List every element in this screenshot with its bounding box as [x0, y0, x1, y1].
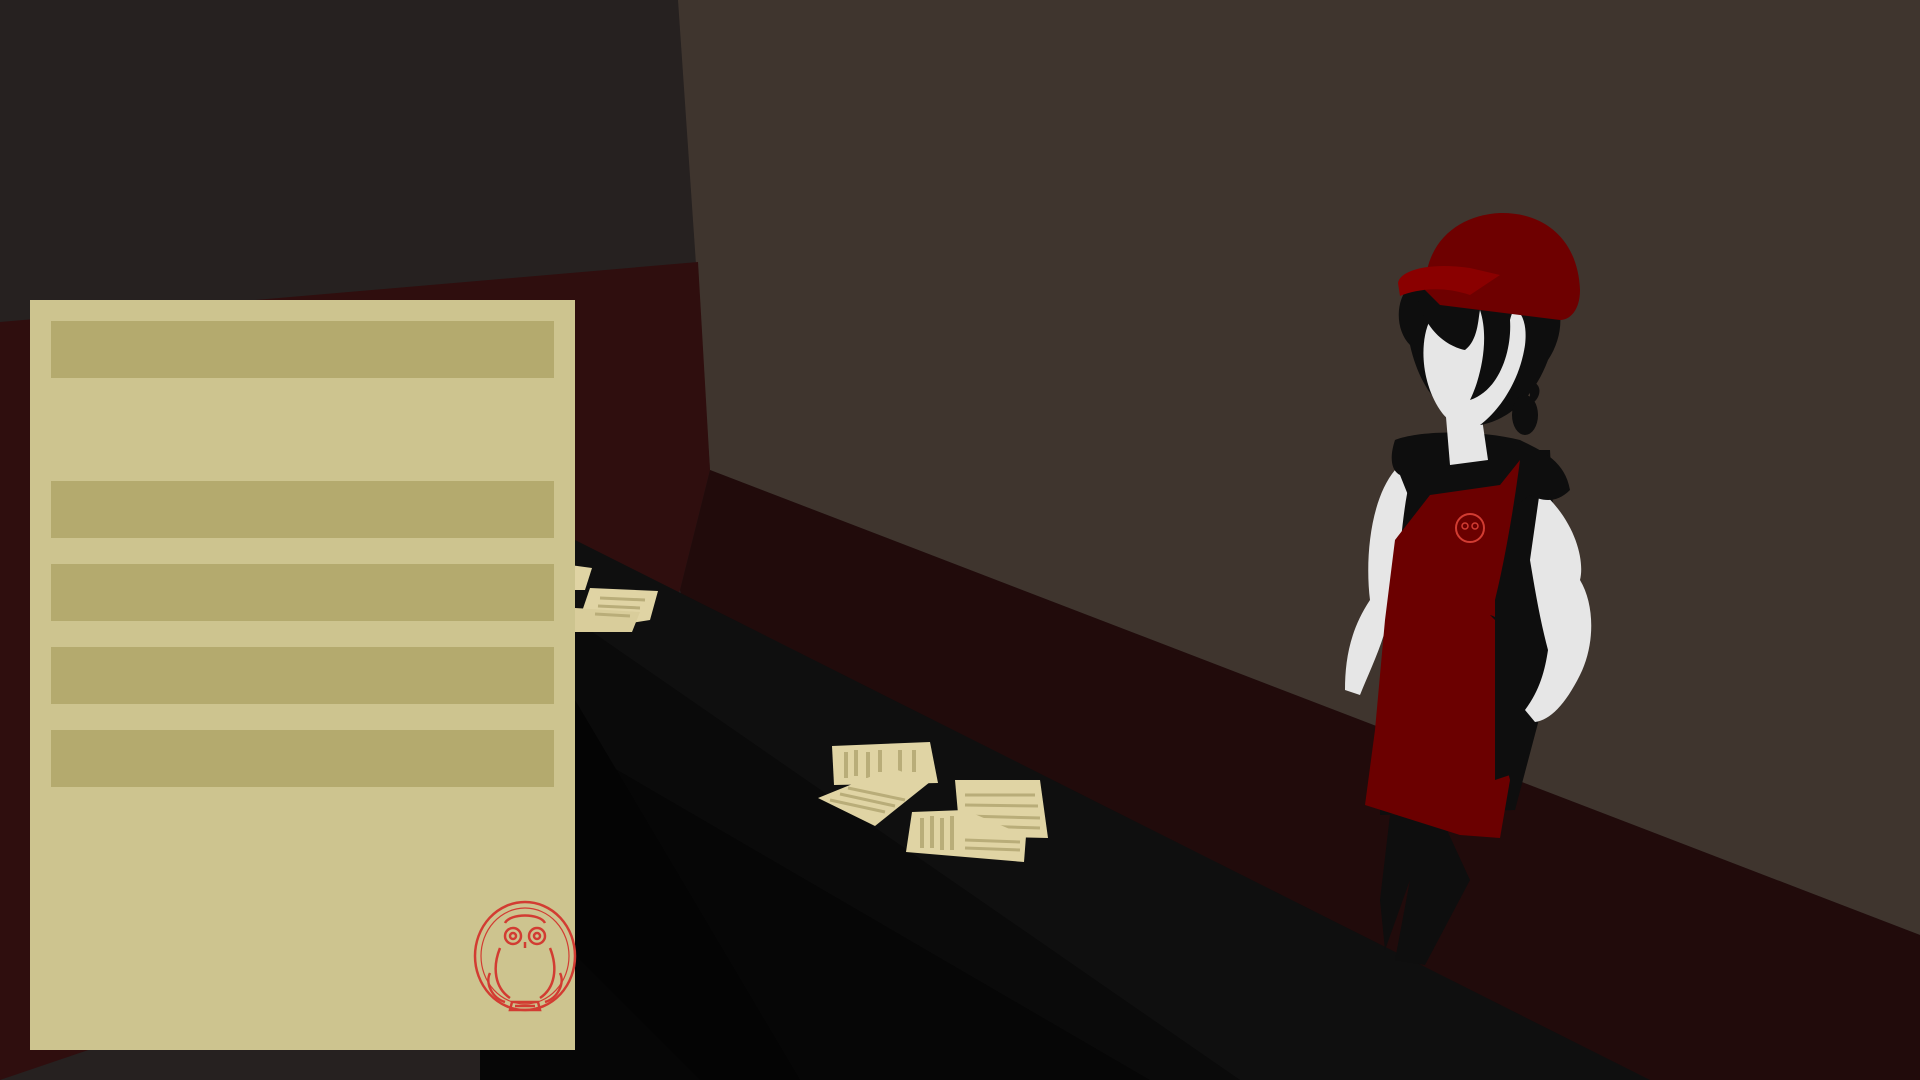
document-field-1 — [51, 321, 554, 378]
owl-seal-icon — [473, 900, 577, 1012]
document-field-3 — [51, 564, 554, 621]
document-panel[interactable] — [30, 300, 577, 1050]
document-field-5 — [51, 730, 554, 787]
document-field-2 — [51, 481, 554, 538]
document-field-4 — [51, 647, 554, 704]
